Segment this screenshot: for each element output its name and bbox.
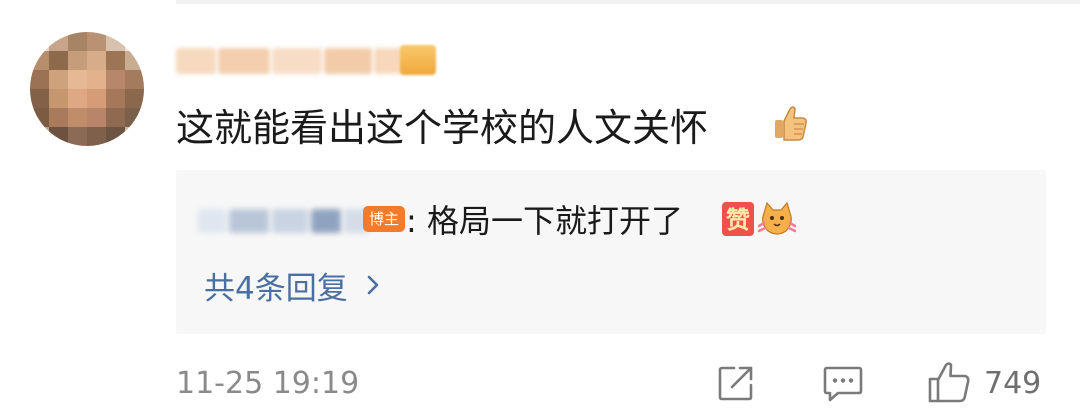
comment-button[interactable] — [822, 360, 864, 406]
share-button[interactable] — [716, 360, 756, 406]
chevron-right-icon[interactable] — [362, 274, 384, 296]
username-blurred[interactable] — [176, 44, 406, 78]
more-replies-link[interactable]: 共4条回复 — [204, 262, 384, 308]
comment-icon[interactable] — [822, 363, 864, 403]
like-count: 749 — [984, 365, 1042, 401]
reply-separator: : — [406, 202, 417, 240]
svg-text:赞: 赞 — [725, 206, 750, 234]
zan-emoji-icon: 赞 — [722, 202, 754, 236]
vip-badge-icon — [400, 45, 436, 75]
like-button[interactable]: 749 — [926, 360, 1041, 406]
share-icon[interactable] — [716, 363, 756, 403]
comment-item: 这就能看出这个学校的人文关怀 博主 : 格局一下就打开了 赞 共4条回复 11-… — [0, 0, 1080, 417]
author-badge: 博主 — [363, 206, 405, 232]
comment-text: 这就能看出这个学校的人文关怀 — [176, 106, 709, 150]
comment-timestamp: 11-25 19:19 — [176, 366, 360, 401]
reply-preview-box[interactable]: 博主 : 格局一下就打开了 赞 共4条回复 — [176, 170, 1046, 334]
cat-emoji-icon — [758, 201, 796, 235]
reply-text: : 格局一下就打开了 — [406, 198, 683, 244]
thumbs-up-emoji-icon — [775, 106, 807, 141]
reply-body: 格局一下就打开了 — [426, 202, 683, 240]
reply-username-blurred[interactable] — [198, 204, 373, 238]
like-icon[interactable] — [926, 361, 972, 405]
more-replies-label[interactable]: 共4条回复 — [204, 263, 348, 308]
avatar[interactable] — [30, 32, 144, 146]
